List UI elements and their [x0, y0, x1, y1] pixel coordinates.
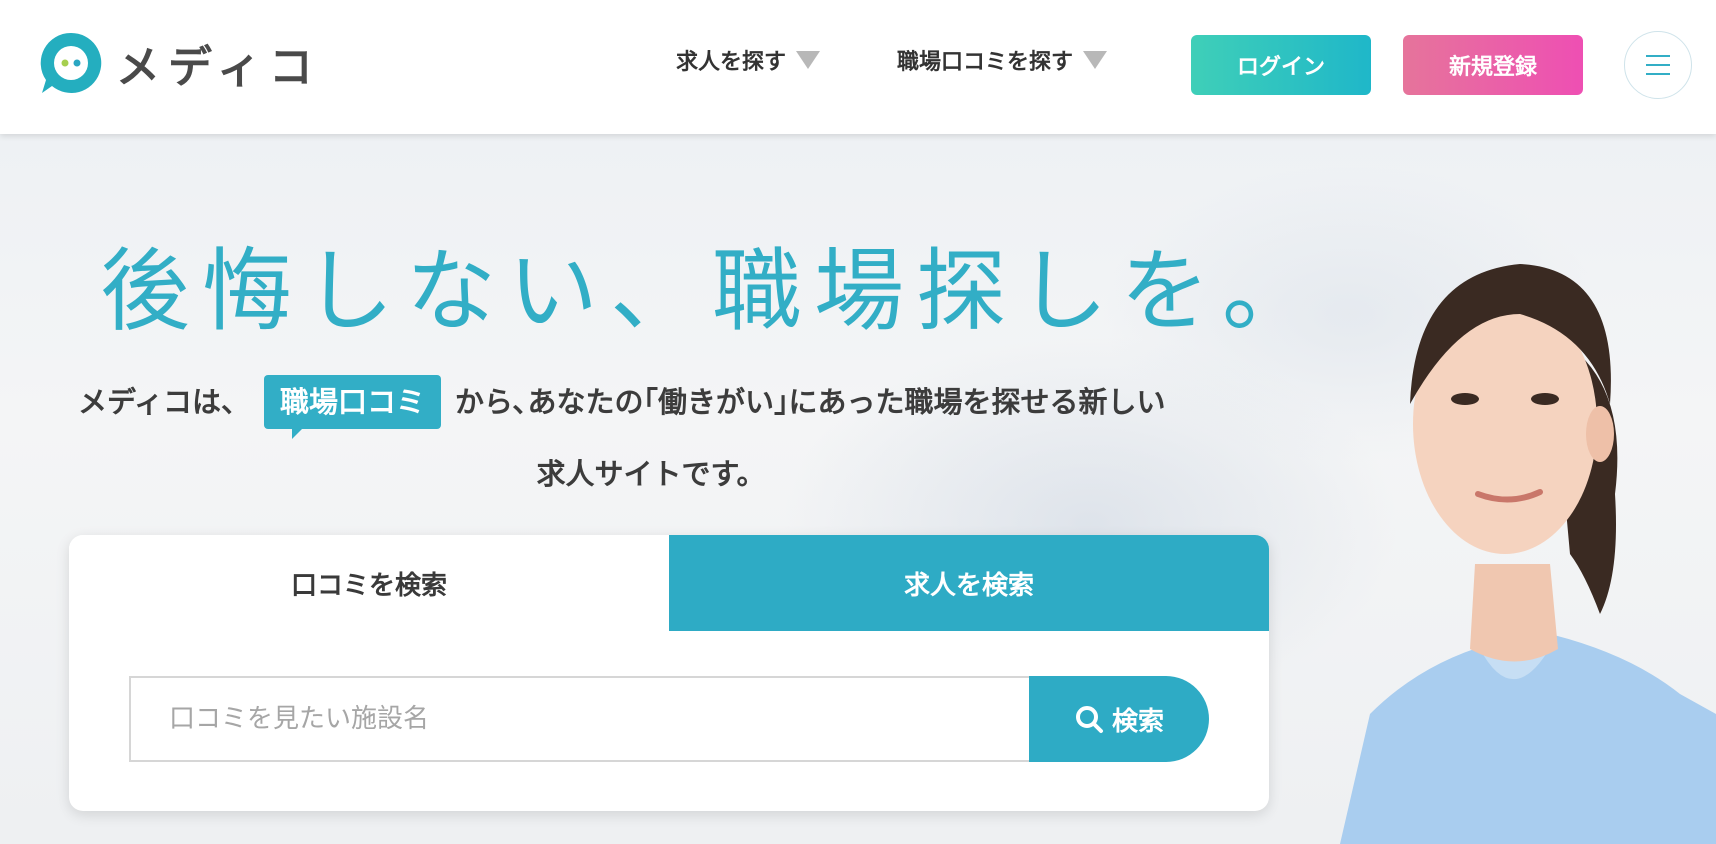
facility-search-input[interactable]: [129, 676, 1033, 762]
hamburger-icon: [1646, 55, 1670, 75]
logo-text: メディコ: [116, 42, 321, 93]
nav-find-jobs[interactable]: 求人を探す: [676, 44, 821, 76]
search-card: 口コミを検索 求人を検索 検索: [69, 535, 1269, 811]
lead-text-before: メディコは、: [78, 385, 250, 419]
search-button-label: 検索: [1111, 706, 1164, 737]
workplace-reviews-tag: 職場口コミ: [263, 375, 441, 439]
tab-search-jobs[interactable]: 求人を検索: [669, 535, 1269, 631]
logo[interactable]: メディコ: [38, 30, 321, 96]
nav-find-reviews[interactable]: 職場口コミを探す: [897, 44, 1108, 76]
triangle-down-icon: [1083, 51, 1108, 69]
hero-nurse-image: [1340, 264, 1716, 844]
login-button[interactable]: ログイン: [1191, 35, 1371, 95]
triangle-down-icon: [796, 51, 821, 69]
logo-speech-bubble-icon: [38, 30, 104, 96]
site-header: メディコ 求人を探す 職場口コミを探す ログイン 新規登録: [0, 0, 1716, 134]
lead-text-after: から､あなたの｢働きがい｣にあった職場を探せる新しい: [455, 385, 1166, 419]
hero-headline: 後悔しない、職場探しを。: [100, 239, 1324, 344]
lead-text-line2: 求人サイトです。: [536, 457, 766, 491]
nav-find-reviews-label: 職場口コミを探す: [897, 50, 1074, 75]
search-icon: [1075, 706, 1103, 733]
tab-search-reviews[interactable]: 口コミを検索: [69, 535, 669, 631]
hero-section: 後悔しない、職場探しを。 メディコは、 職場口コミ から､あなたの｢働きがい｣に…: [0, 134, 1716, 844]
search-button[interactable]: 検索: [1029, 676, 1209, 762]
hamburger-menu-button[interactable]: [1624, 31, 1692, 99]
nav-find-jobs-label: 求人を探す: [676, 50, 787, 75]
hero-lead: メディコは、 職場口コミ から､あなたの｢働きがい｣にあった職場を探せる新しい …: [78, 366, 1258, 510]
register-button[interactable]: 新規登録: [1403, 35, 1583, 95]
